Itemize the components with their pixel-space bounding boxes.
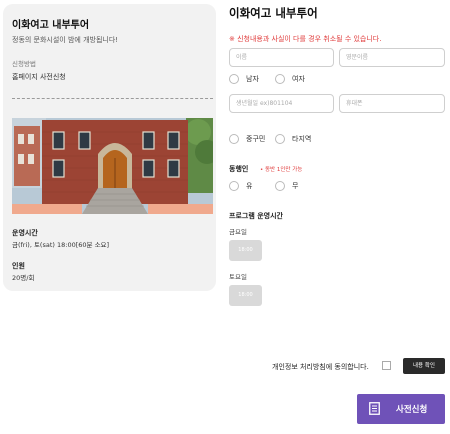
apply-method-label: 신청방법 (12, 60, 36, 68)
companion-label: 동행인 (229, 165, 249, 173)
dashed-divider (12, 98, 213, 99)
document-icon (369, 402, 380, 418)
companion-no-radio[interactable] (275, 181, 285, 191)
saturday-label: 토요일 (229, 273, 247, 281)
gender-male-radio[interactable] (229, 74, 239, 84)
warning-text: ※ 신청내용과 사실이 다를 경우 취소될 수 있습니다. (229, 35, 382, 43)
companion-note: • 동반 1인만 가능 (260, 167, 303, 173)
phone-input[interactable]: 휴대폰 (339, 94, 445, 113)
gender-male-label: 남자 (246, 75, 259, 83)
birth-input[interactable]: 생년월일 ex)801104 (229, 94, 334, 113)
friday-label: 금요일 (229, 228, 247, 236)
privacy-agree-checkbox[interactable] (382, 361, 391, 370)
companion-yes-label: 유 (246, 182, 253, 190)
submit-button[interactable]: 사전신청 (357, 394, 445, 424)
region-other-label: 타지역 (292, 135, 312, 143)
apply-method-value: 홈페이지 사전신청 (12, 73, 66, 81)
english-name-input[interactable]: 영문이름 (339, 48, 445, 67)
friday-slot-button[interactable]: 18:00 (229, 240, 262, 261)
schedule-label: 프로그램 운영시간 (229, 212, 283, 220)
region-local-label: 중구민 (246, 135, 266, 143)
hours-value: 금(fri), 토(sat) 18:00[60분 소요] (12, 241, 110, 249)
companion-no-label: 무 (292, 182, 299, 190)
program-description: 정동의 문화시설이 밤에 개방됩니다! (12, 36, 119, 44)
program-title: 이화여고 내부투어 (12, 20, 90, 31)
capacity-value: 20명/회 (12, 274, 35, 282)
name-input[interactable]: 이름 (229, 48, 334, 67)
gender-female-radio[interactable] (275, 74, 285, 84)
hours-label: 운영시간 (12, 229, 38, 237)
region-other-radio[interactable] (275, 134, 285, 144)
saturday-slot-button[interactable]: 18:00 (229, 285, 262, 306)
confirm-content-button[interactable]: 내용 확인 (403, 358, 445, 374)
form-title: 이화여고 내부투어 (229, 6, 318, 20)
building-photo (12, 118, 213, 214)
program-info-card: 이화여고 내부투어 정동의 문화시설이 밤에 개방됩니다! 신청방법 홈페이지 … (3, 4, 216, 291)
privacy-agree-text: 개인정보 처리방침에 동의합니다. (272, 363, 369, 371)
submit-label: 사전신청 (396, 405, 428, 415)
region-local-radio[interactable] (229, 134, 239, 144)
capacity-label: 인원 (12, 262, 25, 270)
gender-female-label: 여자 (292, 75, 305, 83)
companion-yes-radio[interactable] (229, 181, 239, 191)
